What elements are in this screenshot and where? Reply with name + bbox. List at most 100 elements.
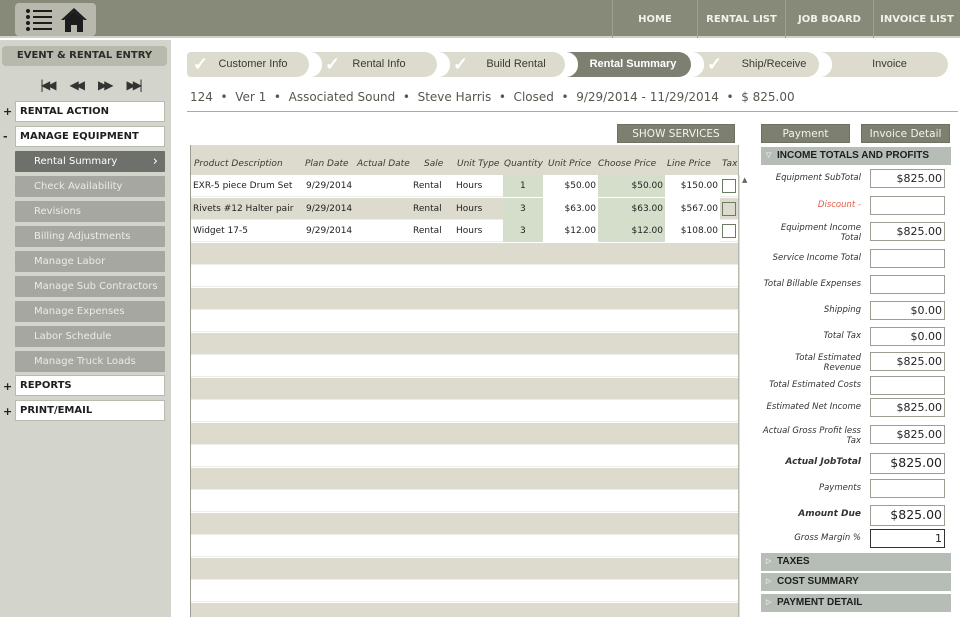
table-row[interactable]: EXR-5 piece Drum Set 9/29/2014 Rental Hours… (191, 175, 738, 197)
sidebar-item-manage-labor[interactable]: Manage Labor (15, 251, 165, 272)
show-services-button[interactable]: SHOW SERVICES (617, 124, 735, 143)
sidebar-item-revisions[interactable]: Revisions (15, 201, 165, 222)
field-label: Shipping (823, 305, 861, 315)
field-label: Payments (818, 483, 861, 493)
income-totals-section-header[interactable]: ▽ INCOME TOTALS AND PROFITS (761, 147, 951, 165)
nav-home[interactable]: HOME (612, 0, 697, 38)
cell-choose-price[interactable]: $50.00 (632, 181, 664, 191)
home-icon[interactable] (60, 7, 88, 37)
empty-table-row (191, 332, 738, 355)
sidebar-item-check-availability[interactable]: Check Availability (15, 176, 165, 197)
cell-unit-type: Hours (456, 203, 483, 214)
field-input[interactable]: $825.00 (870, 352, 945, 371)
empty-table-row (191, 310, 738, 332)
triangle-down-icon: ▽ (766, 152, 772, 159)
step-rental-summary[interactable]: Rental Summary (566, 52, 691, 77)
field-label: Actual JobTotal (785, 457, 861, 467)
empty-table-row (191, 535, 738, 557)
taxes-section-header[interactable]: ▷ TAXES (761, 553, 951, 571)
cell-quantity[interactable]: 3 (520, 226, 526, 236)
nav-rental-list[interactable]: RENTAL LIST (697, 0, 785, 38)
sidebar-section-manage-equipment[interactable]: MANAGE EQUIPMENT (15, 126, 165, 147)
cell-choose-price[interactable]: $63.00 (632, 204, 664, 214)
empty-table-row (191, 580, 738, 602)
step-rental-info[interactable]: ✓ Rental Info (310, 52, 437, 77)
section-title: COST SUMMARY (777, 576, 859, 587)
previous-record-icon[interactable]: ◀◀ (70, 78, 86, 92)
cell-quantity[interactable]: 1 (520, 181, 526, 191)
cell-plan-date: 9/29/2014 (306, 181, 353, 191)
step-label: Customer Info (218, 58, 288, 70)
field-input[interactable]: $825.00 (870, 222, 945, 241)
field-input[interactable]: $825.00 (870, 453, 945, 474)
sidebar-item-manage-expenses[interactable]: Manage Expenses (15, 301, 165, 322)
field-input[interactable]: $0.00 (870, 301, 945, 320)
sidebar-section-print-email[interactable]: PRINT/EMAIL (15, 400, 165, 421)
field-input[interactable] (870, 376, 945, 395)
step-build-rental[interactable]: ✓ Build Rental (438, 52, 565, 77)
field-input[interactable] (870, 275, 945, 294)
field-input[interactable] (870, 249, 945, 268)
field-input[interactable] (870, 479, 945, 498)
scroll-up-icon[interactable]: ▲ (742, 176, 747, 184)
checkmark-icon: ✓ (453, 54, 469, 74)
column-header-quantity: Quantity (504, 159, 543, 169)
cell-choose-price[interactable]: $12.00 (632, 226, 664, 236)
top-nav: HOME RENTAL LIST JOB BOARD INVOICE LIST (612, 0, 960, 38)
sidebar-section-reports[interactable]: REPORTS (15, 375, 165, 396)
field-label: Total Tax (823, 331, 862, 341)
last-record-icon[interactable]: ▶▶| (126, 78, 142, 92)
field-input[interactable]: $825.00 (870, 505, 945, 526)
payment-button[interactable]: Payment (761, 124, 850, 143)
sidebar-item-manage-truck-loads[interactable]: Manage Truck Loads (15, 351, 165, 372)
cell-line-price: $108.00 (680, 226, 718, 236)
tax-checkbox[interactable] (722, 224, 736, 238)
nav-invoice-list[interactable]: INVOICE LIST (873, 0, 960, 38)
section-title: TAXES (777, 556, 810, 567)
invoice-detail-button[interactable]: Invoice Detail (861, 124, 950, 143)
table-scrollbar[interactable]: ▲ (739, 175, 752, 617)
table-row[interactable]: Rivets #12 Halter pair 9/29/2014 Rental Hou… (191, 197, 738, 220)
step-ship-receive[interactable]: ✓ Ship/Receive (692, 52, 819, 77)
sidebar-item-rental-summary[interactable]: Rental Summary › (15, 151, 165, 172)
expand-icon: + (3, 405, 13, 418)
column-header-actual-date: Actual Date (357, 159, 410, 169)
payment-detail-section-header[interactable]: ▷ PAYMENT DETAIL (761, 594, 951, 612)
table-row[interactable]: Widget 17-5 9/29/2014 Rental Hours 3 $12.00 $1… (191, 220, 738, 242)
first-record-icon[interactable]: |◀◀ (40, 78, 56, 92)
field-input[interactable]: $825.00 (870, 169, 945, 188)
field-input[interactable]: 1 (870, 529, 945, 548)
next-record-icon[interactable]: ▶▶ (98, 78, 114, 92)
empty-table-row (191, 512, 738, 535)
triangle-right-icon: ▷ (766, 578, 772, 585)
list-icon[interactable] (25, 7, 53, 37)
column-header-tax: Tax (722, 159, 738, 169)
step-label: Build Rental (486, 58, 546, 70)
expand-icon: + (3, 105, 13, 118)
sidebar-item-manage-sub-contractors[interactable]: Manage Sub Contractors (15, 276, 165, 297)
sidebar-item-labor-schedule[interactable]: Labor Schedule (15, 326, 165, 347)
field-label: Service Income Total (772, 253, 861, 263)
tax-checkbox[interactable] (722, 179, 736, 193)
tax-checkbox[interactable] (722, 201, 736, 216)
sidebar-section-rental-action[interactable]: RENTAL ACTION (15, 101, 165, 122)
empty-table-row (191, 422, 738, 445)
nav-job-board[interactable]: JOB BOARD (785, 0, 873, 38)
step-invoice[interactable]: Invoice (820, 52, 948, 77)
cell-unit-type: Hours (456, 226, 483, 236)
field-input[interactable]: $0.00 (870, 327, 945, 346)
field-input[interactable] (870, 196, 945, 215)
step-label: Rental Info (352, 58, 406, 70)
equipment-table: Product Description Plan Date Actual Dat… (190, 145, 739, 617)
field-input[interactable]: $825.00 (870, 425, 945, 444)
cell-line-price: $150.00 (680, 181, 718, 191)
step-customer-info[interactable]: ✓ Customer Info (187, 52, 309, 77)
column-header-line-price: Line Price (667, 159, 711, 169)
field-input[interactable]: $825.00 (870, 398, 945, 417)
cell-quantity[interactable]: 3 (520, 204, 526, 214)
cost-summary-section-header[interactable]: ▷ COST SUMMARY (761, 573, 951, 591)
sidebar-item-billing-adjustments[interactable]: Billing Adjustments (15, 226, 165, 247)
field-label: Total Estimated Revenue (795, 353, 861, 373)
cell-line-price: $567.00 (680, 203, 718, 214)
empty-table-row (191, 490, 738, 512)
